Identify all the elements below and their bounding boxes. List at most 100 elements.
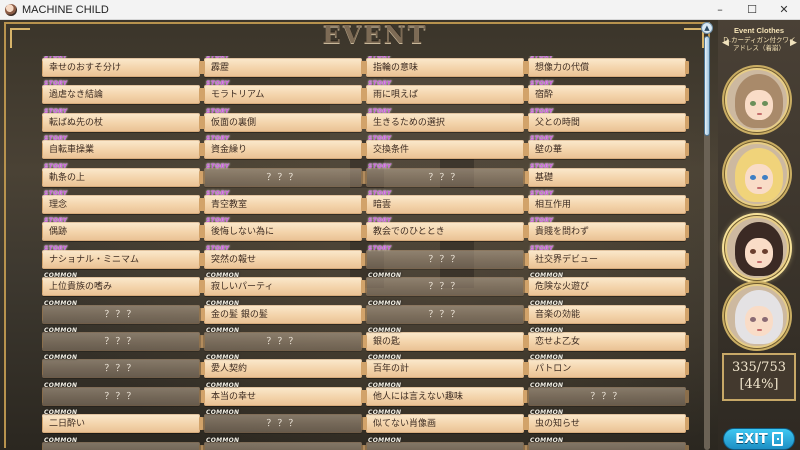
event-card[interactable]: STORY 偶跡 <box>42 217 203 242</box>
story-tag: STORY <box>206 135 230 143</box>
event-card[interactable]: STORY ？？？ <box>363 163 527 187</box>
event-card[interactable]: STORY 幸せのおすそ分け <box>42 56 203 77</box>
event-card[interactable]: STORY 後悔しない為に <box>201 217 365 242</box>
event-card[interactable]: STORY 過虐なき結論 <box>42 80 203 105</box>
event-list-scrollbar[interactable]: ▲ <box>701 22 713 450</box>
locked-event-label: ？？？ <box>428 282 462 293</box>
portrait-blonde-hair[interactable] <box>725 142 789 206</box>
event-card[interactable]: STORY 青空教室 <box>201 190 365 214</box>
event-title: 霹靂 <box>211 63 230 73</box>
common-tag: COMMON <box>206 354 240 362</box>
event-card[interactable]: COMMON パトロン <box>525 354 689 379</box>
story-tag: STORY <box>206 80 230 88</box>
maximize-button[interactable]: ☐ <box>736 0 768 20</box>
event-card[interactable]: COMMON 二日酔い <box>42 409 203 434</box>
story-tag: STORY <box>530 56 554 60</box>
collection-percent: [44%] <box>739 377 779 392</box>
event-card[interactable]: STORY 基礎 <box>525 163 689 187</box>
event-card[interactable]: STORY 暗雲 <box>363 190 527 214</box>
event-card[interactable]: STORY 父との時間 <box>525 107 689 132</box>
event-card[interactable]: STORY 生きるための選択 <box>363 108 527 132</box>
event-card[interactable]: STORY ？？？ <box>363 245 527 269</box>
event-title: 仮面の裏側 <box>211 117 257 128</box>
event-card[interactable]: COMMON 他人には言えない趣味 <box>363 382 527 406</box>
next-outfit-arrow-icon[interactable]: ▶ <box>790 38 797 48</box>
event-card[interactable]: COMMON <box>201 437 365 450</box>
event-card[interactable]: STORY 理念 <box>42 190 203 214</box>
event-card[interactable]: STORY 相互作用 <box>525 190 689 214</box>
event-card[interactable]: COMMON 似てない肖像画 <box>363 409 527 434</box>
event-card[interactable]: COMMON 危険な火遊び <box>525 272 689 297</box>
event-card[interactable]: COMMON <box>42 437 203 450</box>
scroll-up-arrow-icon[interactable]: ▲ <box>701 22 713 34</box>
event-card[interactable]: STORY 自転車操業 <box>42 135 203 160</box>
event-title: 本当の幸せ <box>211 391 257 402</box>
story-tag: STORY <box>44 244 68 252</box>
event-card[interactable]: COMMON 寂しいパーティ <box>201 272 365 297</box>
locked-event-label: ？？？ <box>428 254 462 265</box>
window-title: MACHINE CHILD <box>22 3 109 16</box>
event-card[interactable]: COMMON 音楽の効能 <box>525 300 689 324</box>
event-card[interactable]: STORY 交換条件 <box>363 135 527 160</box>
event-card[interactable]: STORY 突然の報せ <box>201 245 365 269</box>
event-card[interactable]: STORY 社交界デビュー <box>525 245 689 269</box>
event-card[interactable]: STORY ナショナル・ミニマム <box>42 244 203 269</box>
event-card[interactable]: COMMON 百年の計 <box>363 354 527 379</box>
exit-button[interactable]: EXIT <box>723 428 795 450</box>
event-card[interactable]: STORY モラトリアム <box>201 80 365 105</box>
event-card[interactable]: COMMON ？？？ <box>42 327 203 351</box>
event-card[interactable]: STORY 雨に唄えば <box>363 80 527 105</box>
event-card[interactable]: COMMON 虫の知らせ <box>525 409 689 434</box>
event-card[interactable]: COMMON 金の髪 銀の髪 <box>201 300 365 324</box>
portrait-brown-hair[interactable] <box>725 68 789 132</box>
event-card[interactable]: STORY 教会でのひととき <box>363 217 527 242</box>
event-card[interactable]: COMMON 銀の匙 <box>363 327 527 351</box>
previous-outfit-arrow-icon[interactable]: ◀ <box>722 38 729 48</box>
event-card[interactable]: COMMON ？？？ <box>42 382 203 406</box>
event-card[interactable]: STORY 想像力の代償 <box>525 56 689 77</box>
scroll-thumb[interactable] <box>704 36 710 136</box>
story-tag: STORY <box>44 135 68 143</box>
event-card[interactable]: STORY 転ばぬ先の杖 <box>42 108 203 132</box>
event-title: 金の髪 銀の髪 <box>211 309 268 320</box>
portrait-silver-hair[interactable] <box>725 284 789 348</box>
event-card[interactable]: COMMON <box>525 436 689 450</box>
event-card[interactable]: COMMON 愛人契約 <box>201 354 365 379</box>
event-card[interactable]: COMMON ？？？ <box>201 327 365 351</box>
event-title: 基礎 <box>535 172 554 183</box>
window-titlebar: MACHINE CHILD – ☐ ✕ <box>0 0 800 20</box>
event-card[interactable]: COMMON 恋せよ乙女 <box>525 327 689 351</box>
event-card[interactable]: STORY 軌条の上 <box>42 163 203 187</box>
event-card[interactable]: STORY 壁の華 <box>525 135 689 160</box>
event-card[interactable]: STORY 仮面の裏側 <box>201 108 365 132</box>
event-card[interactable]: COMMON ？？？ <box>363 272 527 297</box>
event-card[interactable]: STORY 指輪の意味 <box>363 56 527 77</box>
event-card[interactable]: STORY ？？？ <box>201 163 365 187</box>
story-tag: STORY <box>530 107 554 115</box>
sidebar-panel: Event Clothes Ｄ.カーディガン付クワイアドレス（着崩） ◀ ▶ 3… <box>718 20 800 450</box>
event-title: 宿酔 <box>535 90 554 101</box>
event-card[interactable]: COMMON ？？？ <box>201 409 365 434</box>
exit-label: EXIT <box>735 431 768 447</box>
close-button[interactable]: ✕ <box>768 0 800 20</box>
event-card[interactable]: STORY 貴賤を問わず <box>525 217 689 242</box>
event-card[interactable]: COMMON ？？？ <box>525 382 689 406</box>
event-card[interactable]: STORY 宿酔 <box>525 80 689 105</box>
event-card[interactable]: COMMON ？？？ <box>42 300 203 324</box>
portrait-dark-hair[interactable] <box>725 216 789 280</box>
common-tag: COMMON <box>530 436 564 444</box>
collection-count: 335/753 <box>731 360 786 375</box>
event-card[interactable]: COMMON ？？？ <box>42 354 203 379</box>
event-title: 二日酔い <box>49 419 86 430</box>
event-card[interactable]: STORY 資金繰り <box>201 135 365 160</box>
story-tag: STORY <box>206 217 230 225</box>
event-card[interactable]: STORY 霹靂 <box>201 56 365 77</box>
event-card[interactable]: COMMON <box>363 437 527 450</box>
minimize-button[interactable]: – <box>704 0 736 20</box>
event-card[interactable]: COMMON 上位貴族の嗜み <box>42 272 203 297</box>
event-card[interactable]: COMMON 本当の幸せ <box>201 381 365 406</box>
event-title: 転ばぬ先の杖 <box>49 117 104 128</box>
event-title: 指輪の意味 <box>373 63 419 73</box>
event-card[interactable]: COMMON ？？？ <box>363 300 527 324</box>
common-tag: COMMON <box>206 381 240 389</box>
